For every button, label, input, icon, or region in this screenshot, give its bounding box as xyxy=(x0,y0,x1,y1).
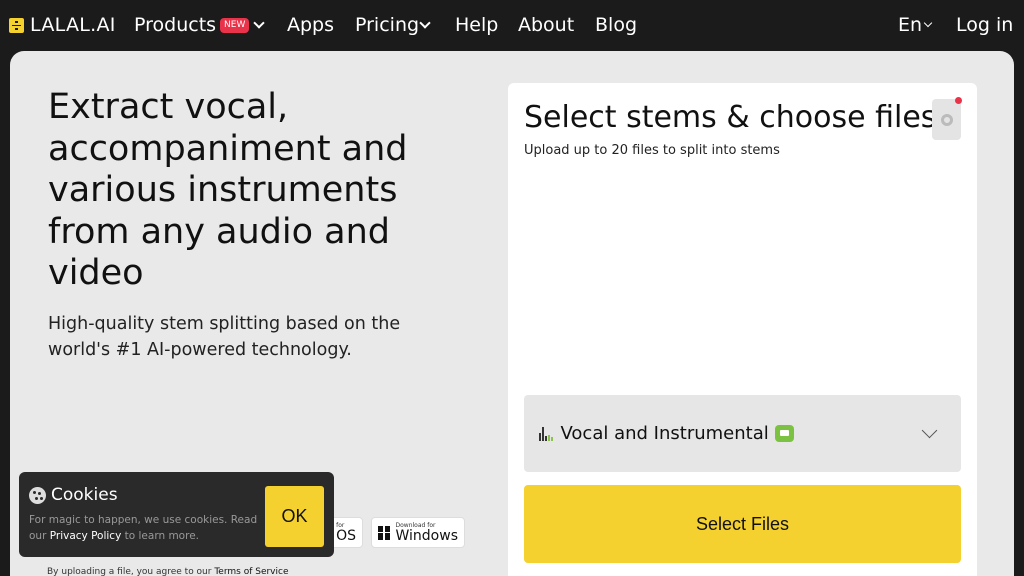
waveform-icon xyxy=(539,426,553,441)
top-nav: LALAL.AI Products NEW Apps Pricing Help … xyxy=(0,0,1024,50)
chevron-down-icon xyxy=(253,16,266,29)
terms-link[interactable]: Terms of Service xyxy=(214,567,288,576)
hero-subtitle: High-quality stem splitting based on the… xyxy=(48,314,401,360)
cookie-title: Cookies xyxy=(29,485,118,505)
cookie-ok-button[interactable]: OK xyxy=(265,486,324,547)
nav-about[interactable]: About xyxy=(518,12,574,38)
select-files-button[interactable]: Select Files xyxy=(524,485,961,563)
nav-products[interactable]: Products NEW xyxy=(134,12,266,38)
windows-big-label: Windows xyxy=(395,527,459,544)
cookie-icon xyxy=(29,486,46,504)
nav-pricing[interactable]: Pricing xyxy=(355,12,431,38)
windows-icon xyxy=(378,525,390,540)
settings-button[interactable] xyxy=(932,97,962,140)
gear-icon xyxy=(940,113,953,126)
chat-icon xyxy=(774,425,794,442)
chevron-down-icon xyxy=(419,16,431,29)
stem-type-label: Vocal and Instrumental xyxy=(560,423,769,444)
download-windows-button[interactable]: Download for Windows xyxy=(371,517,465,548)
cookie-text-2: to learn more. xyxy=(121,530,199,542)
upload-title: Select stems & choose files xyxy=(524,100,937,135)
nav-pricing-label: Pricing xyxy=(355,14,420,36)
nav-products-label: Products xyxy=(134,14,217,36)
language-label: En xyxy=(898,14,923,36)
logo-text: LALAL.AI xyxy=(30,14,116,36)
cookie-title-label: Cookies xyxy=(51,485,118,505)
new-badge: NEW xyxy=(220,17,250,33)
hero-headline: Extract vocal, accompaniment and various… xyxy=(48,87,408,293)
nav-blog[interactable]: Blog xyxy=(595,12,637,38)
nav-help[interactable]: Help xyxy=(455,12,498,38)
login-link[interactable]: Log in xyxy=(956,12,1013,38)
cookie-banner: Cookies For magic to happen, we use cook… xyxy=(19,472,334,557)
privacy-policy-link[interactable]: Privacy Policy xyxy=(50,530,122,542)
terms-notice: By uploading a file, you agree to our Te… xyxy=(47,567,289,576)
cookie-text: For magic to happen, we use cookies. Rea… xyxy=(29,512,259,544)
chevron-down-icon xyxy=(921,422,938,439)
language-selector[interactable]: En xyxy=(898,12,933,38)
upload-subtitle: Upload up to 20 files to split into stem… xyxy=(524,143,780,158)
notification-dot xyxy=(955,97,962,104)
stem-type-dropdown[interactable]: Vocal and Instrumental xyxy=(524,395,961,472)
upload-card: Select stems & choose files Upload up to… xyxy=(508,83,977,576)
logo[interactable]: LALAL.AI xyxy=(9,13,116,37)
macos-big-label: OS xyxy=(336,527,356,544)
terms-prefix: By uploading a file, you agree to our xyxy=(47,567,215,576)
nav-apps[interactable]: Apps xyxy=(287,12,334,38)
chevron-down-icon xyxy=(923,18,933,27)
logo-icon xyxy=(9,17,24,33)
